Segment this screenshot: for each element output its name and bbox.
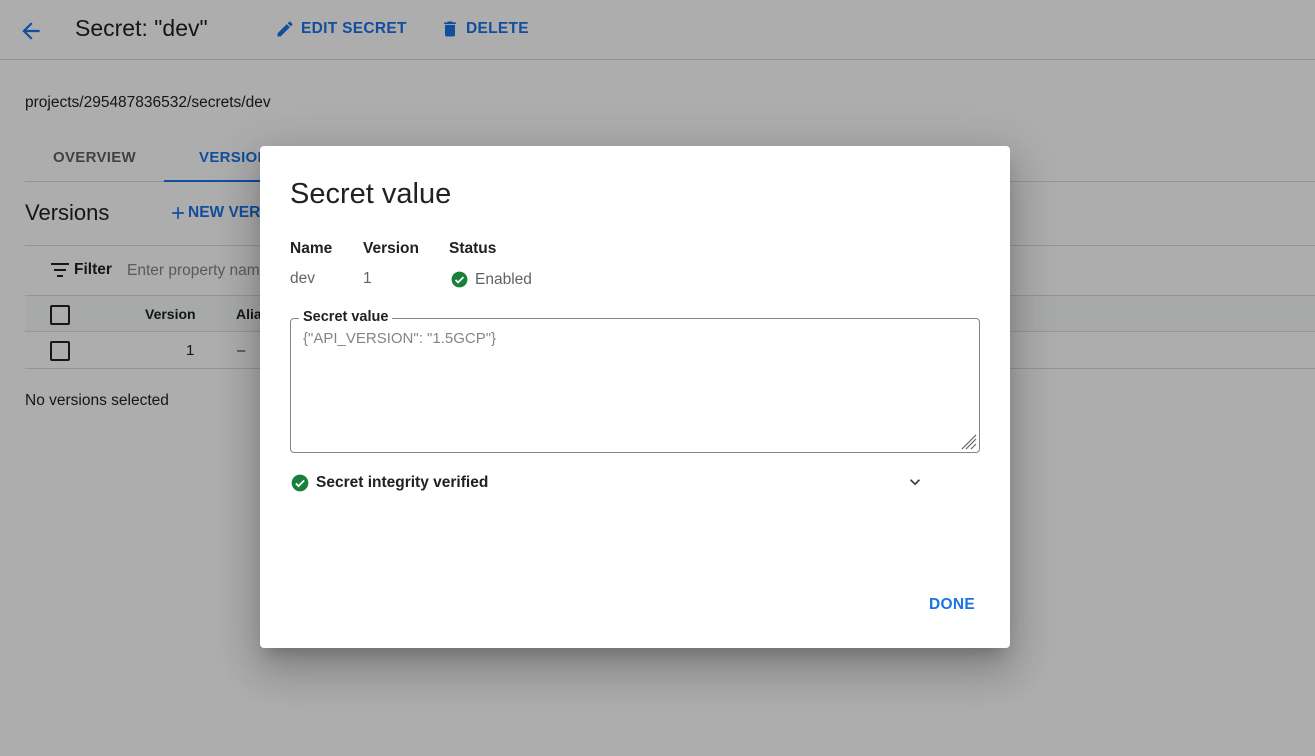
name-value: dev <box>290 270 315 287</box>
done-button[interactable]: DONE <box>929 596 975 614</box>
expand-integrity-button[interactable] <box>900 470 930 494</box>
version-value: 1 <box>363 270 372 287</box>
secret-value-dialog: Secret value Name Version Status dev 1 E… <box>260 146 1010 648</box>
secret-value-text[interactable]: {"API_VERSION": "1.5GCP"} <box>303 330 496 347</box>
dialog-title: Secret value <box>290 178 452 210</box>
integrity-text: Secret integrity verified <box>316 474 489 491</box>
status-label: Status <box>449 240 497 257</box>
name-label: Name <box>290 240 333 257</box>
secret-details-page: Secret: "dev" EDIT SECRET DELETE project… <box>0 0 1315 756</box>
resize-handle-icon[interactable] <box>961 434 977 450</box>
secret-value-field[interactable]: Secret value {"API_VERSION": "1.5GCP"} <box>290 309 980 453</box>
secret-value-legend: Secret value <box>299 309 393 325</box>
check-circle-icon <box>291 474 309 492</box>
chevron-down-icon <box>910 479 920 486</box>
version-label: Version <box>363 240 419 257</box>
integrity-status: Secret integrity verified <box>290 473 488 493</box>
status-value: Enabled <box>450 270 532 289</box>
check-circle-icon <box>451 271 468 288</box>
status-text: Enabled <box>475 270 532 288</box>
